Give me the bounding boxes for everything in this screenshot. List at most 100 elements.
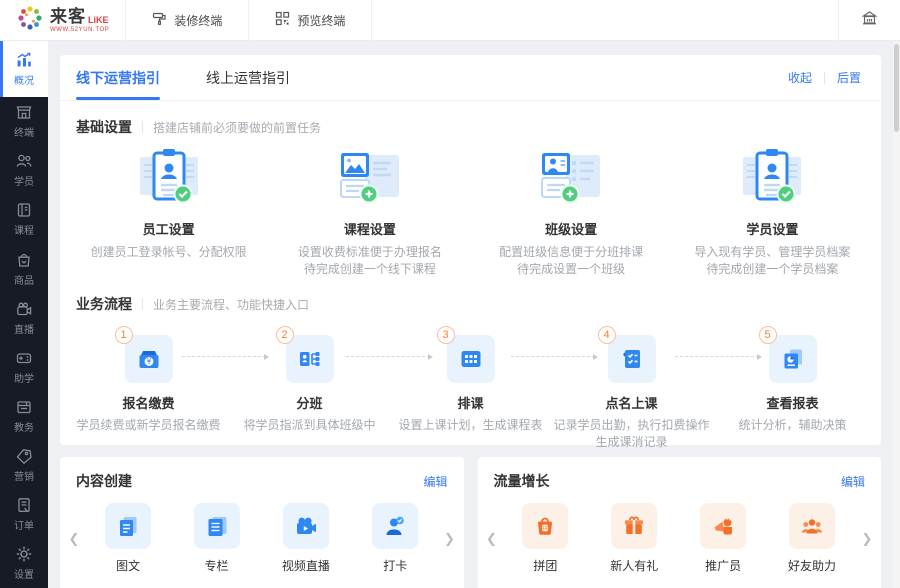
growth-carousel: ❮ 拼 拼团 新人有礼 推广员 好友助力 ❯ <box>478 491 882 574</box>
content-item-checkin[interactable]: 打卡 <box>372 503 419 574</box>
goods-icon <box>15 251 33 269</box>
collapse-link[interactable]: 收起 <box>788 69 812 86</box>
top-bar: 来客 LiKE WWW.52YUN.TOP 装修终端 预览终端 <box>0 0 900 41</box>
course-setup-icon <box>335 147 405 211</box>
step-assign-class[interactable]: 2 分班 将学员指派到具体班级中 <box>229 326 390 451</box>
task-card-student-setup[interactable]: 学员设置 导入现有学员、管理学员档案 待完成创建一个学员档案 <box>672 147 873 278</box>
section-title: 基础设置 <box>76 119 132 135</box>
student-setup-icon <box>737 147 807 211</box>
study-aid-icon <box>15 349 33 367</box>
step-view-reports[interactable]: 5 查看报表 统计分析，辅助决策 <box>712 326 873 451</box>
postpone-link[interactable]: 后置 <box>837 69 861 86</box>
svg-text:¥: ¥ <box>146 357 151 366</box>
guide-tabs: 线下运营指引 线上运营指引 收起 后置 <box>60 55 881 101</box>
content-item-column[interactable]: 专栏 <box>193 503 240 574</box>
sidebar-item-settings[interactable]: 设置 <box>0 539 48 588</box>
sidebar-item-terminal[interactable]: 终端 <box>0 97 48 146</box>
orders-icon <box>15 496 33 514</box>
preview-terminal-button[interactable]: 预览终端 <box>249 0 371 40</box>
home-building-icon <box>861 10 878 30</box>
workflow-header: 业务流程 业务主要流程、功能快捷入口 <box>60 278 881 314</box>
step-number-badge: 3 <box>436 326 455 344</box>
sidebar-nav: 概况 终端 学员 课程 商品 直播 助学 教务 营销 订单 设置 <box>0 41 48 588</box>
tab-offline-guide[interactable]: 线下运营指引 <box>76 55 160 100</box>
sidebar-item-orders[interactable]: 订单 <box>0 490 48 539</box>
step-number-badge: 1 <box>114 326 133 344</box>
carousel-left-arrow[interactable]: ❮ <box>64 531 84 547</box>
home-shop-button[interactable] <box>839 0 900 40</box>
sidebar-item-academic[interactable]: 教务 <box>0 391 48 440</box>
marketing-tag-icon <box>15 447 33 465</box>
sidebar-item-study-aid[interactable]: 助学 <box>0 342 48 391</box>
traffic-growth-panel: 流量增长 编辑 ❮ 拼 拼团 新人有礼 推广员 好友助力 ❯ <box>477 457 882 588</box>
video-live-icon <box>282 503 329 549</box>
task-card-employee-setup[interactable]: 员工设置 创建员工登录帐号、分配权限 <box>68 147 269 278</box>
group-buy-icon: 拼 <box>522 503 569 549</box>
qr-code-icon <box>275 11 290 29</box>
sidebar-item-overview[interactable]: 概况 <box>0 41 48 97</box>
courses-icon <box>15 201 33 219</box>
settings-gear-icon <box>15 545 33 563</box>
class-setup-icon <box>536 147 606 211</box>
decorate-terminal-button[interactable]: 装修终端 <box>126 0 248 40</box>
view-reports-icon <box>768 335 817 383</box>
vertical-scrollbar[interactable] <box>893 41 900 588</box>
sidebar-item-goods[interactable]: 商品 <box>0 244 48 293</box>
growth-item-group-buy[interactable]: 拼 拼团 <box>522 503 569 574</box>
main-content: 线下运营指引 线上运营指引 收起 后置 基础设置 搭建店铺前必须要做的前置任务 <box>48 41 893 588</box>
students-icon <box>15 152 33 170</box>
logo-domain: WWW.52YUN.TOP <box>50 26 110 33</box>
task-card-course-setup[interactable]: 课程设置 设置收费标准便于办理报名 待完成创建一个线下课程 <box>269 147 470 278</box>
workflow-steps: 1 ¥ 报名缴费 学员续费或新学员报名缴费 2 分班 将学员指派到具体班级中 3… <box>60 314 881 451</box>
sidebar-item-live[interactable]: 直播 <box>0 293 48 342</box>
step-number-badge: 4 <box>597 326 616 344</box>
task-card-class-setup[interactable]: 班级设置 配置班级信息便于分班排课 待完成设置一个班级 <box>471 147 672 278</box>
logo-flower-icon <box>16 4 44 37</box>
content-edit-link[interactable]: 编辑 <box>423 473 447 490</box>
sidebar-item-students[interactable]: 学员 <box>0 146 48 195</box>
content-carousel: ❮ 图文 专栏 视频直播 打卡 ❯ <box>60 491 464 574</box>
content-item-article[interactable]: 图文 <box>105 503 152 574</box>
content-creation-panel: 内容创建 编辑 ❮ 图文 专栏 视频直播 打卡 ❯ <box>60 457 464 588</box>
employee-setup-icon <box>134 147 204 211</box>
scrollbar-thumb[interactable] <box>894 44 899 132</box>
carousel-left-arrow[interactable]: ❮ <box>482 531 502 547</box>
terminal-store-icon <box>15 103 33 121</box>
schedule-icon <box>446 335 495 383</box>
carousel-right-arrow[interactable]: ❯ <box>440 531 460 547</box>
basic-settings-header: 基础设置 搭建店铺前必须要做的前置任务 <box>60 101 881 137</box>
guide-panel: 线下运营指引 线上运营指引 收起 后置 基础设置 搭建店铺前必须要做的前置任务 <box>60 55 881 449</box>
promoter-icon <box>700 503 747 549</box>
step-number-badge: 2 <box>275 326 294 344</box>
growth-item-promoter[interactable]: 推广员 <box>700 503 747 574</box>
growth-item-friend-boost[interactable]: 好友助力 <box>788 503 836 574</box>
panel-title: 流量增长 <box>493 473 550 489</box>
paint-roller-icon <box>152 11 167 29</box>
newcomer-gift-icon <box>611 503 658 549</box>
assign-class-icon <box>285 335 334 383</box>
section-subtitle: 业务主要流程、功能快捷入口 <box>153 297 310 312</box>
sidebar-item-courses[interactable]: 课程 <box>0 195 48 244</box>
growth-item-newcomer-gift[interactable]: 新人有礼 <box>610 503 658 574</box>
app-logo[interactable]: 来客 LiKE WWW.52YUN.TOP <box>0 0 125 40</box>
carousel-right-arrow[interactable]: ❯ <box>857 531 877 547</box>
roll-call-icon <box>607 335 656 383</box>
panel-title: 内容创建 <box>76 473 132 489</box>
tab-online-guide[interactable]: 线上运营指引 <box>206 55 290 100</box>
content-item-video-live[interactable]: 视频直播 <box>282 503 330 574</box>
step-schedule[interactable]: 3 排课 设置上课计划，生成课程表 <box>390 326 551 451</box>
academic-icon <box>15 398 33 416</box>
overview-chart-icon <box>15 51 33 69</box>
sidebar-item-marketing[interactable]: 营销 <box>0 441 48 490</box>
logo-mark: LiKE <box>88 14 109 25</box>
friend-boost-icon <box>789 503 836 549</box>
enroll-pay-icon: ¥ <box>124 335 173 383</box>
step-number-badge: 5 <box>758 326 777 344</box>
step-enroll-pay[interactable]: 1 ¥ 报名缴费 学员续费或新学员报名缴费 <box>68 326 229 451</box>
growth-edit-link[interactable]: 编辑 <box>841 473 865 490</box>
section-title: 业务流程 <box>76 296 132 312</box>
svg-text:拼: 拼 <box>543 525 548 532</box>
basic-settings-cards: 员工设置 创建员工登录帐号、分配权限 课程设置 设置收费标准便于办理报名 待完成… <box>60 137 881 278</box>
section-subtitle: 搭建店铺前必须要做的前置任务 <box>153 120 322 135</box>
step-roll-call[interactable]: 4 点名上课 记录学员出勤，执行扣费操作 生成课消记录 <box>551 326 712 451</box>
